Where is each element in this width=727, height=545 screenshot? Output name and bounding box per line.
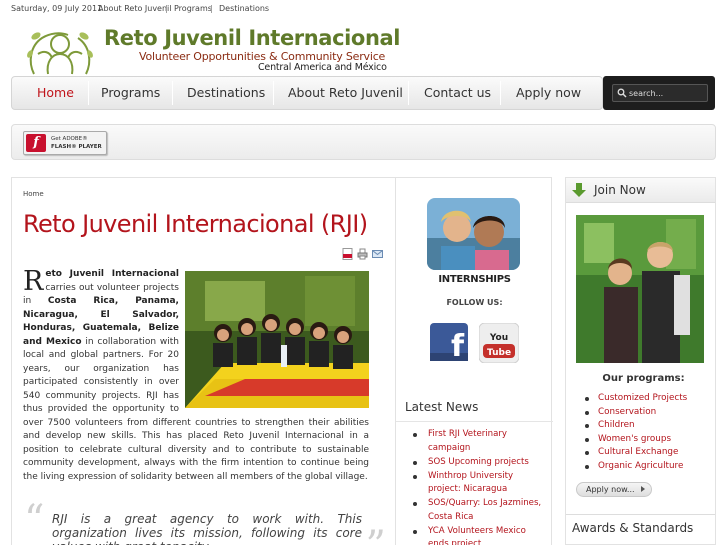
top-separator: | [210, 4, 213, 13]
quote-text: RJI is a great agency to work with. This… [52, 512, 362, 545]
top-link-destinations[interactable]: Destinations [219, 4, 269, 13]
join-now-title[interactable]: Join Now [594, 183, 646, 197]
programs-list: Customized Projects Conservation Childre… [578, 392, 714, 474]
news-divider [396, 421, 553, 422]
nav-programs[interactable]: Programs [101, 77, 160, 109]
search-icon[interactable] [617, 88, 627, 98]
program-item[interactable]: Women's groups [578, 433, 714, 447]
join-now-header: Join Now [566, 178, 715, 203]
news-list: First RJI Veterinary campaign SOS Upcomi… [412, 428, 548, 545]
top-separator: | [165, 4, 168, 13]
top-link-about[interactable]: About Reto Juvenil [98, 4, 172, 13]
program-item[interactable]: Conservation [578, 406, 714, 420]
flash-icon: f [26, 134, 46, 152]
nav-about[interactable]: About Reto Juvenil [288, 77, 403, 109]
org-name: eto Juvenil Internacional [45, 269, 179, 279]
article-body: Reto Juvenil Internacional carries out v… [23, 268, 369, 484]
search-field[interactable] [612, 84, 708, 102]
site-region: Central America and México [258, 62, 387, 73]
flash-line2: FLASH® PLAYER [51, 144, 102, 150]
download-arrow-icon [572, 183, 586, 197]
apply-now-button[interactable]: Apply now... [576, 482, 652, 497]
get-flash-player-button[interactable]: f Get ADOBE® FLASH® PLAYER [23, 131, 107, 155]
article-tools [342, 248, 386, 260]
main-content: Home Reto Juvenil Internacional (RJI) R … [11, 177, 395, 545]
news-item[interactable]: YCA Volunteers Mexico ends project [412, 525, 548, 545]
arrow-right-icon [641, 486, 645, 492]
open-quote-mark: “ [24, 497, 45, 543]
awards-divider [566, 514, 715, 515]
internships-photo[interactable] [427, 198, 520, 270]
nav-divider [172, 81, 173, 105]
top-bar: Saturday, 09 July 2011 About Reto Juveni… [0, 0, 727, 18]
apply-now-label: Apply now... [586, 485, 635, 494]
volunteers-hiking-photo [576, 215, 704, 363]
search-input[interactable] [629, 86, 703, 100]
print-icon[interactable] [357, 248, 368, 260]
news-item[interactable]: SOS Upcoming projects [412, 456, 548, 470]
dropcap-letter: R [23, 266, 44, 297]
search-box [603, 76, 715, 110]
news-item[interactable]: First RJI Veterinary campaign [412, 428, 548, 455]
email-icon[interactable] [372, 248, 383, 260]
nav-apply[interactable]: Apply now [516, 77, 581, 109]
youtube-tube-text: Tube [487, 348, 511, 358]
breadcrumb[interactable]: Home [23, 190, 44, 198]
news-item[interactable]: Winthrop University project: Nicaragua [412, 470, 548, 497]
program-item[interactable]: Cultural Exchange [578, 446, 714, 460]
nav-divider [88, 81, 89, 105]
main-nav: Home Programs Destinations About Reto Ju… [11, 76, 603, 110]
program-item[interactable]: Customized Projects [578, 392, 714, 406]
nav-divider [273, 81, 274, 105]
follow-us-label: FOLLOW US: [446, 298, 503, 307]
program-item[interactable]: Children [578, 419, 714, 433]
latest-news-title: Latest News [405, 400, 479, 414]
rji-logo[interactable] [24, 24, 96, 80]
middle-sidebar: INTERNSHIPS FOLLOW US: f You Tube Latest… [395, 177, 553, 545]
pdf-icon[interactable] [342, 248, 353, 260]
flash-bar: f Get ADOBE® FLASH® PLAYER [11, 124, 716, 160]
page-title: Reto Juvenil Internacional (RJI) [23, 210, 368, 238]
right-sidebar: Join Now Our programs: Customized Projec… [565, 177, 716, 545]
nav-divider [500, 81, 501, 105]
nav-home[interactable]: Home [37, 77, 74, 109]
testimonial-quote: “ RJI is a great agency to work with. Th… [24, 500, 386, 545]
youtube-you-text: You [489, 333, 508, 343]
nav-destinations[interactable]: Destinations [187, 77, 265, 109]
internships-label[interactable]: INTERNSHIPS [396, 274, 553, 285]
facebook-letter: f [451, 329, 465, 361]
current-date: Saturday, 09 July 2011 [11, 4, 103, 13]
awards-standards-title: Awards & Standards [572, 521, 694, 535]
youtube-icon[interactable]: You Tube [478, 322, 520, 364]
nav-divider [408, 81, 409, 105]
site-title[interactable]: Reto Juvenil Internacional [104, 26, 400, 50]
close-quote-mark: ” [366, 526, 386, 545]
top-link-programs[interactable]: Programs [174, 4, 212, 13]
our-programs-title: Our programs: [602, 373, 685, 384]
volunteers-group-photo [185, 271, 369, 408]
nav-contact[interactable]: Contact us [424, 77, 491, 109]
flash-line1: Get ADOBE® [51, 136, 88, 142]
program-item[interactable]: Organic Agriculture [578, 460, 714, 474]
facebook-icon[interactable]: f [430, 323, 468, 364]
news-item[interactable]: SOS/Quarry: Los Jazmines, Costa Rica [412, 497, 548, 524]
